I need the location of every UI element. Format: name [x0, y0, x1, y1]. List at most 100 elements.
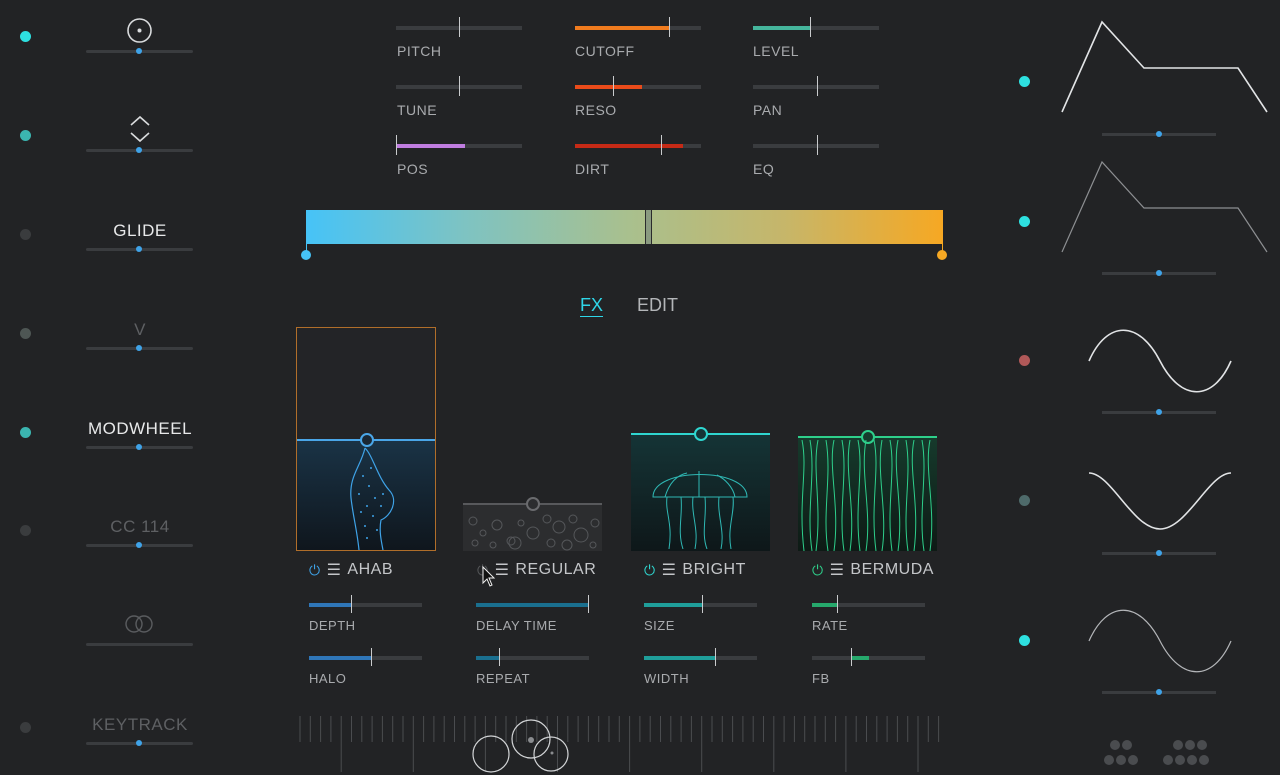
fx-card-ahab[interactable]: [296, 327, 436, 551]
mod-dot-2[interactable]: [1019, 216, 1030, 227]
source-slider[interactable]: [86, 147, 193, 153]
source-slider[interactable]: [86, 542, 193, 548]
param-slider-pan[interactable]: [753, 76, 879, 96]
mod-slider[interactable]: [1102, 550, 1216, 556]
fx-slider-marker[interactable]: [351, 595, 352, 613]
target-icon[interactable]: [126, 17, 153, 44]
morph-end-handle[interactable]: [937, 250, 947, 260]
mod-dot-5[interactable]: [1019, 635, 1030, 646]
fx-level-handle[interactable]: [360, 433, 374, 447]
param-marker[interactable]: [810, 17, 811, 37]
param-slider-reso[interactable]: [575, 76, 701, 96]
tab-edit[interactable]: EDIT: [637, 295, 678, 316]
fx-slider-marker[interactable]: [715, 648, 716, 666]
source-knob[interactable]: [136, 740, 142, 746]
source-dot-3[interactable]: [20, 229, 31, 240]
mod-knob[interactable]: [1156, 131, 1162, 137]
morph-start-handle[interactable]: [301, 250, 311, 260]
envelope-icon[interactable]: [1060, 158, 1270, 254]
tab-fx[interactable]: FX: [580, 295, 603, 316]
param-marker[interactable]: [817, 76, 818, 96]
fx-slider-rate[interactable]: [812, 595, 925, 613]
add-lfo-icon[interactable]: [1098, 738, 1146, 768]
param-marker[interactable]: [613, 76, 614, 96]
menu-icon[interactable]: ☰: [495, 560, 510, 580]
fx-name-bermuda[interactable]: ⏻ ☰ BERMUDA: [812, 560, 934, 580]
mod-knob[interactable]: [1156, 689, 1162, 695]
source-slider[interactable]: [86, 345, 193, 351]
source-slider[interactable]: [86, 444, 193, 450]
source-dot-4[interactable]: [20, 328, 31, 339]
fx-card-bermuda[interactable]: [798, 430, 937, 551]
sine-icon[interactable]: [1087, 328, 1233, 394]
source-knob[interactable]: [136, 48, 142, 54]
menu-icon[interactable]: ☰: [662, 560, 677, 580]
source-knob[interactable]: [136, 147, 142, 153]
param-marker[interactable]: [661, 135, 662, 155]
fx-slider-repeat[interactable]: [476, 648, 589, 666]
fx-name-bright[interactable]: ⏻ ☰ BRIGHT: [644, 560, 746, 580]
source-knob[interactable]: [136, 542, 142, 548]
fx-slider-marker[interactable]: [702, 595, 703, 613]
mod-knob[interactable]: [1156, 270, 1162, 276]
add-envelope-icon[interactable]: [1160, 738, 1220, 768]
fx-slider-fb[interactable]: [812, 648, 925, 666]
mod-knob[interactable]: [1156, 550, 1162, 556]
param-slider-eq[interactable]: [753, 135, 879, 155]
mod-slider[interactable]: [1102, 131, 1216, 137]
fx-slider-marker[interactable]: [371, 648, 372, 666]
fx-level-handle[interactable]: [694, 427, 708, 441]
param-slider-pitch[interactable]: [396, 17, 522, 37]
fx-name-ahab[interactable]: ⏻ ☰ AHAB: [309, 560, 393, 580]
param-slider-level[interactable]: [753, 17, 879, 37]
fx-slider-marker[interactable]: [588, 595, 589, 613]
up-down-icon[interactable]: [128, 113, 152, 143]
source-knob[interactable]: [136, 345, 142, 351]
mod-slider[interactable]: [1102, 409, 1216, 415]
param-marker[interactable]: [396, 135, 397, 155]
source-dot-6[interactable]: [20, 525, 31, 536]
mod-slider[interactable]: [1102, 270, 1216, 276]
param-slider-cutoff[interactable]: [575, 17, 701, 37]
keyboard-strip[interactable]: [298, 712, 946, 775]
mod-dot-3[interactable]: [1019, 355, 1030, 366]
param-marker[interactable]: [669, 17, 670, 37]
source-label-glide[interactable]: GLIDE: [86, 221, 194, 241]
morph-position-marker[interactable]: [645, 210, 652, 244]
source-slider[interactable]: [86, 740, 193, 746]
fx-card-regular[interactable]: [463, 497, 602, 551]
source-knob[interactable]: [136, 444, 142, 450]
fx-card-bright[interactable]: [631, 427, 770, 551]
param-slider-pos[interactable]: [396, 135, 522, 155]
mod-slider[interactable]: [1102, 689, 1216, 695]
source-label-cc114[interactable]: CC 114: [86, 517, 194, 537]
menu-icon[interactable]: ☰: [830, 560, 845, 580]
sine-icon[interactable]: [1087, 608, 1233, 674]
fx-slider-width[interactable]: [644, 648, 757, 666]
envelope-icon[interactable]: [1060, 18, 1270, 114]
source-dot-2[interactable]: [20, 130, 31, 141]
menu-icon[interactable]: ☰: [327, 560, 342, 580]
source-slider[interactable]: [86, 48, 193, 54]
source-label-v[interactable]: V: [86, 320, 194, 340]
source-slider[interactable]: [86, 643, 193, 646]
param-marker[interactable]: [817, 135, 818, 155]
mod-dot-1[interactable]: [1019, 76, 1030, 87]
source-dot-5[interactable]: [20, 427, 31, 438]
power-icon[interactable]: ⏻: [309, 562, 321, 579]
fx-slider-marker[interactable]: [851, 648, 852, 666]
overlap-circles-icon[interactable]: [122, 613, 156, 635]
fx-slider-depth[interactable]: [309, 595, 422, 613]
power-icon[interactable]: ⏻: [644, 562, 656, 579]
fx-slider-halo[interactable]: [309, 648, 422, 666]
source-label-keytrack[interactable]: KEYTRACK: [82, 715, 198, 735]
param-marker[interactable]: [459, 76, 460, 96]
fx-slider-marker[interactable]: [837, 595, 838, 613]
source-dot-8[interactable]: [20, 722, 31, 733]
param-marker[interactable]: [459, 17, 460, 37]
source-dot-1[interactable]: [20, 31, 31, 42]
param-slider-tune[interactable]: [396, 76, 522, 96]
morph-bar[interactable]: [306, 210, 943, 244]
fx-slider-size[interactable]: [644, 595, 757, 613]
source-slider[interactable]: [86, 246, 193, 252]
